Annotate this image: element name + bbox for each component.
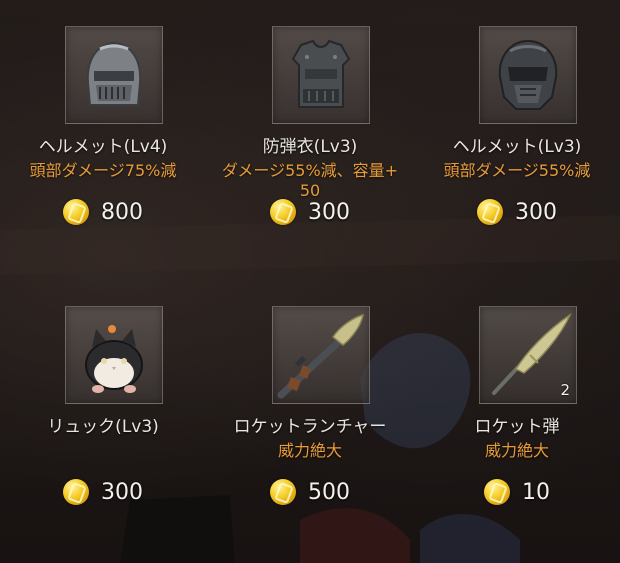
price-value: 800 [101,199,143,225]
item-slot[interactable] [65,26,163,124]
item-price: 300 [207,195,413,229]
price-value: 300 [515,199,557,225]
item-effect: 頭部ダメージ75%減 [29,161,177,180]
item-price: 10 [414,475,620,509]
item-effect: 威力絶大 [484,441,549,460]
item-price: 800 [0,195,206,229]
item-slot[interactable] [272,306,370,404]
shop-item-backpack-lv3[interactable]: リュック(Lv3) 300 [0,280,206,561]
item-slot[interactable]: 2 [479,306,577,404]
cat-backpack-icon [85,325,143,393]
price-value: 300 [308,199,350,225]
item-effect: 威力絶大 [277,441,342,460]
shop-item-helmet-lv4[interactable]: ヘルメット(Lv4) 頭部ダメージ75%減 800 [0,0,206,281]
item-name: 防弾衣(Lv3) [262,137,358,157]
item-effect: 頭部ダメージ55%減 [443,161,591,180]
price-value: 10 [522,479,550,505]
item-name: ロケットランチャー [233,417,387,437]
item-slot[interactable] [479,26,577,124]
item-slot[interactable] [65,306,163,404]
shop-item-rocket-launcher[interactable]: ロケットランチャー 威力絶大 500 [207,280,413,561]
item-price: 300 [0,475,206,509]
gold-coin-icon [477,199,503,225]
price-value: 500 [308,479,350,505]
item-name: ロケット弾 [474,417,560,437]
body-armor-icon [291,39,351,108]
gold-coin-icon [484,479,510,505]
shop-item-body-armor-lv3[interactable]: 防弾衣(Lv3) ダメージ55%減、容量+50 300 [207,0,413,281]
steel-helmet-icon [86,41,142,106]
tactical-helmet-icon [498,39,558,110]
gold-coin-icon [270,479,296,505]
item-name: ヘルメット(Lv3) [452,137,582,157]
rocket-launcher-icon [277,313,364,399]
gold-coin-icon [270,199,296,225]
gold-coin-icon [63,199,89,225]
item-name: リュック(Lv3) [47,417,159,437]
item-name: ヘルメット(Lv4) [38,137,168,157]
stack-count: 2 [560,381,570,399]
shop-item-rocket-ammo[interactable]: 2 ロケット弾 威力絶大 10 [414,280,620,561]
gold-coin-icon [63,479,89,505]
price-value: 300 [101,479,143,505]
item-slot[interactable] [272,26,370,124]
shop-grid: ヘルメット(Lv4) 頭部ダメージ75%減 800 防弾衣(Lv3) ダメージ5… [0,0,620,563]
item-price: 300 [414,195,620,229]
shop-item-helmet-lv3[interactable]: ヘルメット(Lv3) 頭部ダメージ55%減 300 [414,0,620,281]
item-price: 500 [207,475,413,509]
